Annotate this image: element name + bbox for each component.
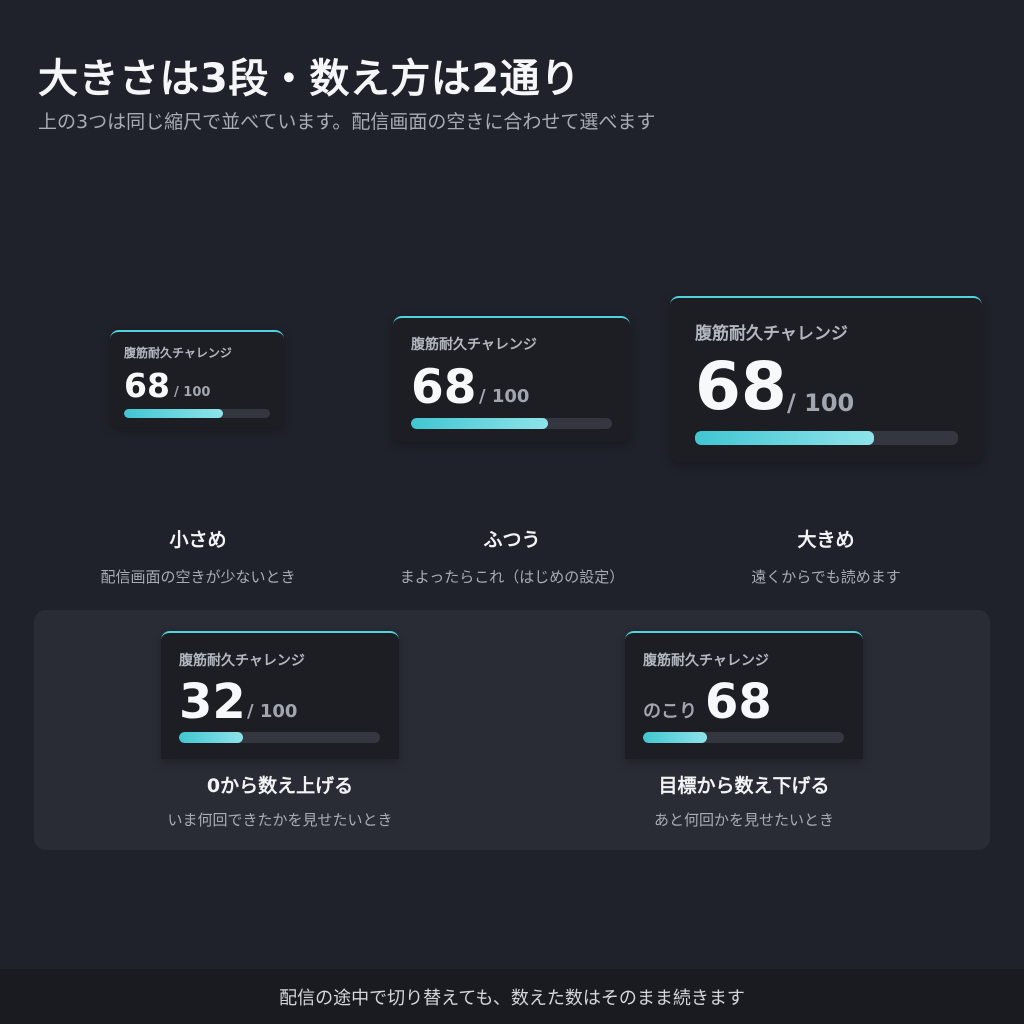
progress-track — [124, 409, 270, 418]
progress-track — [643, 732, 844, 743]
count-mode-down-desc: あと何回かを見せたいとき — [653, 811, 834, 829]
widget-preview-count-up[interactable]: 腹筋耐久チャレンジ 32 / 100 — [161, 631, 399, 759]
progress-fill — [124, 409, 224, 418]
widget-denominator: / 100 — [479, 386, 530, 407]
widget-label: 腹筋耐久チャレンジ — [124, 346, 232, 360]
size-option-medium-desc: まよったらこれ（はじめの設定） — [399, 568, 625, 586]
size-option-large-desc: 遠くからでも読めます — [751, 568, 901, 586]
progress-fill — [643, 732, 708, 743]
widget-count: 68 — [695, 348, 787, 425]
page-subtitle: 上の3つは同じ縮尺で並べています。配信画面の空きに合わせて選べます — [38, 111, 656, 133]
progress-fill — [411, 418, 548, 429]
widget-preview-count-down[interactable]: 腹筋耐久チャレンジ のこり 68 — [625, 631, 863, 759]
widget-remaining-prefix: のこり — [643, 701, 697, 722]
size-option-small-desc: 配信画面の空きが少ないとき — [100, 568, 296, 586]
widget-preview-medium[interactable]: 腹筋耐久チャレンジ 68 / 100 — [393, 316, 630, 442]
count-mode-up-name[interactable]: 0から数え上げる — [130, 771, 430, 798]
progress-track — [695, 431, 958, 445]
widget-count: 68 — [411, 360, 477, 415]
footer-note: 配信の途中で切り替えても、数えた数はそのまま続きます — [0, 969, 1024, 1024]
count-mode-up-desc: いま何回できたかを見せたいとき — [167, 811, 393, 829]
size-option-medium-name[interactable]: ふつう — [372, 525, 652, 552]
footer-text: 配信の途中で切り替えても、数えた数はそのまま続きます — [279, 987, 745, 1009]
widget-label: 腹筋耐久チャレンジ — [643, 653, 769, 669]
widget-count: 68 — [705, 674, 772, 730]
progress-track — [411, 418, 612, 429]
widget-label: 腹筋耐久チャレンジ — [695, 324, 848, 344]
count-mode-down-name[interactable]: 目標から数え下げる — [594, 771, 894, 798]
widget-label: 腹筋耐久チャレンジ — [411, 337, 537, 353]
widget-preview-small[interactable]: 腹筋耐久チャレンジ 68 / 100 — [110, 330, 284, 427]
page-title: 大きさは3段・数え方は2通り — [38, 56, 581, 102]
widget-denominator: / 100 — [247, 701, 298, 722]
size-option-large-name[interactable]: 大きめ — [686, 525, 966, 552]
widget-count: 68 — [124, 366, 170, 405]
widget-label: 腹筋耐久チャレンジ — [179, 653, 305, 669]
progress-fill — [179, 732, 244, 743]
widget-count: 32 — [179, 674, 246, 730]
progress-fill — [695, 431, 874, 445]
size-option-small-name[interactable]: 小さめ — [58, 525, 338, 552]
widget-preview-large[interactable]: 腹筋耐久チャレンジ 68 / 100 — [670, 296, 982, 462]
progress-track — [179, 732, 380, 743]
widget-denominator: / 100 — [174, 385, 211, 400]
widget-denominator: / 100 — [787, 389, 855, 417]
